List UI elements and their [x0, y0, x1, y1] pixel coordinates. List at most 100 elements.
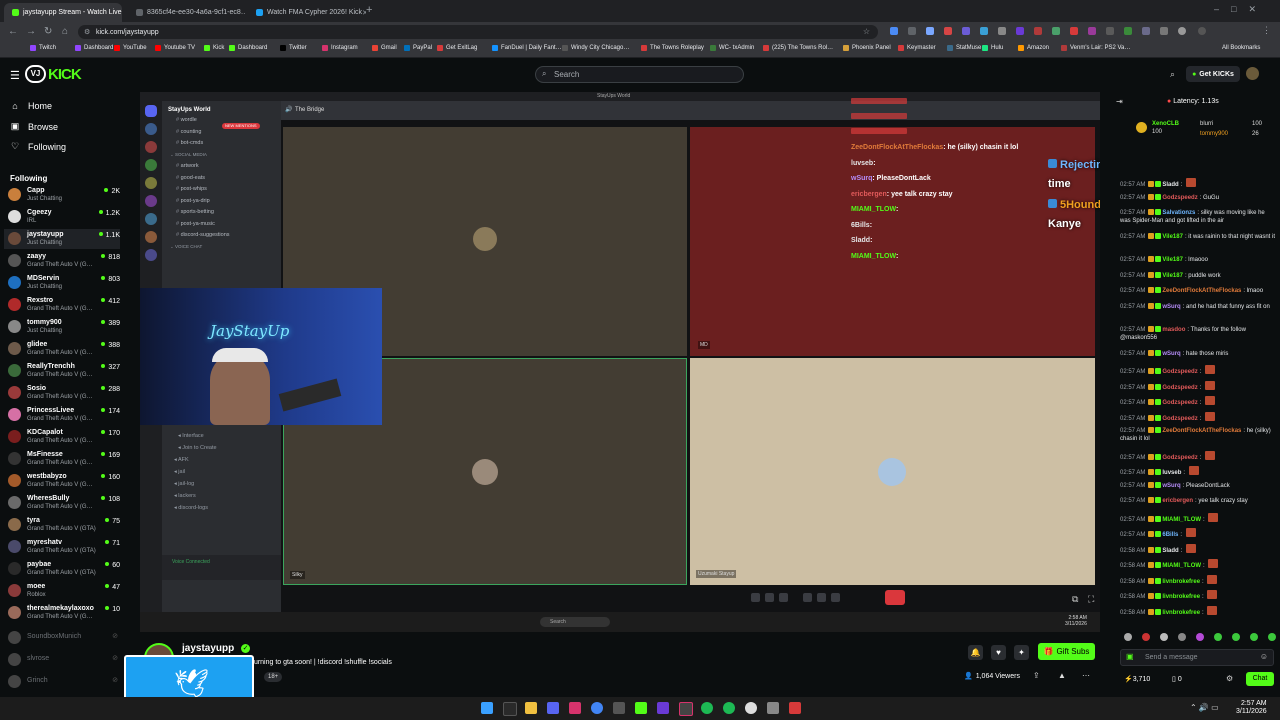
chat-message[interactable]: 02:57 AM wSurq: PleaseDontLack [1120, 481, 1275, 490]
taskview-icon[interactable] [503, 702, 517, 716]
chat-message[interactable]: 02:57 AM ZeeDontFlockAtTheFlockas: he (si… [1120, 427, 1275, 443]
discord-category[interactable]: ⌄ SOCIAL MEDIA [170, 152, 207, 158]
collapse-chat-icon[interactable]: ⇥ [1116, 97, 1123, 106]
share-icon[interactable]: ⇪ [1033, 671, 1040, 680]
emote[interactable] [1178, 633, 1186, 641]
extension-icon[interactable] [944, 27, 952, 35]
chat-username[interactable]: Sladd [1162, 548, 1178, 554]
bookmark-item[interactable]: The Towns Roleplay [641, 45, 704, 51]
site-info-icon[interactable]: ⚙ [84, 28, 90, 36]
discord-channel-item[interactable]: # post-whips [176, 186, 207, 192]
notification-bell-icon[interactable]: 🔔 [968, 645, 983, 660]
chat-message[interactable]: 02:57 AM ZeeDontFlockAtTheFlockas: lmaoo [1120, 287, 1275, 295]
profile-avatar[interactable] [1246, 67, 1259, 80]
disconnect-button[interactable] [885, 590, 905, 605]
channel-points[interactable]: ⚡3,710 [1124, 675, 1150, 683]
bookmark-item[interactable]: Get ExitLag [437, 45, 477, 51]
chat-message[interactable]: 02:57 AM Godzspeedz: [1120, 380, 1275, 392]
sidebar-channel-offline[interactable]: SoundboxMunich ⊘ [8, 628, 120, 648]
report-icon[interactable]: ▲ [1058, 671, 1066, 680]
file-explorer-icon[interactable] [525, 702, 537, 714]
app-icon[interactable] [613, 702, 625, 714]
fullscreen-icon[interactable]: ⛶ [1088, 594, 1094, 605]
extension-icon[interactable] [1106, 27, 1114, 35]
sidebar-channel[interactable]: myreshatv Grand Theft Auto V (GTA) 71 [8, 537, 120, 557]
sidebar-channel[interactable]: MsFinesse Grand Theft Auto V (G… 169 [8, 449, 120, 469]
browser-tab[interactable]: jaystayupp Stream - Watch Live✕ [4, 3, 122, 22]
extension-icon[interactable] [1160, 27, 1168, 35]
more-options-icon[interactable]: ⋯ [1082, 671, 1090, 680]
chat-username[interactable]: Godzspeedz [1162, 195, 1197, 201]
start-icon[interactable] [481, 702, 493, 714]
browser-tab[interactable]: Watch FMA Cypher 2026! Kick ✕ [248, 3, 366, 22]
sidebar-channel[interactable]: Capp Just Chatting 2K [8, 185, 120, 205]
discord-voice-item[interactable]: ◂ jail-log [174, 481, 194, 487]
bookmark-item[interactable]: WC- txAdmin [710, 45, 754, 51]
browser-tab[interactable]: 8365cf4e-ee30-4a6a-9cf1-ec8…✕ [128, 3, 246, 22]
mic-button[interactable] [751, 593, 760, 602]
sidebar-channel[interactable]: westbabyzo Grand Theft Auto V (G… 160 [8, 471, 120, 491]
app-icon[interactable] [569, 702, 581, 714]
home-browser-icon[interactable]: ⌂ [62, 26, 68, 37]
app-icon[interactable] [657, 702, 669, 714]
discord-channel-item[interactable]: # post-ya-drip [176, 198, 210, 204]
spotify-icon[interactable] [701, 702, 713, 714]
camera-button[interactable] [765, 593, 774, 602]
gift-subs-button[interactable]: 🎁 Gift Subs [1038, 643, 1095, 660]
sidebar-channel[interactable]: zaayy Grand Theft Auto V (G… 818 [8, 251, 120, 271]
follow-heart-icon[interactable]: ♥ [991, 645, 1006, 660]
bookmark-item[interactable]: Dashboard [75, 45, 113, 51]
extension-icon[interactable] [1016, 27, 1024, 35]
chat-input[interactable]: ▣ Send a message ☺ [1120, 649, 1274, 666]
gift-leaderboard[interactable]: XenoCLB 100 blurri 100 tommy900 26 [1136, 119, 1276, 141]
discord-voice-item[interactable]: ◂ Interface [178, 433, 204, 439]
chat-username[interactable]: MIAMI_TLOW [1162, 517, 1201, 523]
chat-message[interactable]: 02:57 AM Godzspeedz: [1120, 365, 1275, 376]
extension-icon[interactable] [926, 27, 934, 35]
streamer-name[interactable]: jaystayupp [182, 643, 234, 654]
extension-icon[interactable] [998, 27, 1006, 35]
voice-tile[interactable]: Uzumaki Stayup [690, 358, 1095, 585]
app-icon[interactable] [767, 702, 779, 714]
menu-icon[interactable]: ⋮ [1262, 25, 1271, 36]
chat-send-button[interactable]: Chat [1246, 672, 1274, 686]
chrome-icon[interactable] [591, 702, 603, 714]
discord-voice-item[interactable]: ◂ Join to Create [178, 445, 217, 451]
discord-channel-item[interactable]: # post-ya-music [176, 221, 215, 227]
bookmark-item[interactable]: Twitter [280, 45, 307, 51]
chat-username[interactable]: Sladd [1162, 182, 1178, 188]
sidebar-channel[interactable]: Sosio Grand Theft Auto V (G… 288 [8, 383, 120, 403]
chat-username[interactable]: Godzspeedz [1162, 455, 1197, 461]
emote[interactable] [1232, 633, 1240, 641]
nav-following[interactable]: ♡ Following [10, 141, 66, 152]
discord-channel-item[interactable]: # good-eats [176, 175, 205, 181]
discord-channel-item[interactable]: # wordle [176, 117, 197, 123]
extension-icon[interactable] [908, 27, 916, 35]
chat-identity-icon[interactable]: ▣ [1126, 652, 1134, 661]
soundboard-button[interactable] [817, 593, 826, 602]
app-icon[interactable] [723, 702, 735, 714]
discord-channel-item[interactable]: # artwork [176, 163, 199, 169]
chat-username[interactable]: livnbrokefree [1162, 610, 1200, 616]
sidebar-channel[interactable]: Cgeezy IRL 1.2K [8, 207, 120, 227]
sidebar-channel[interactable]: WheresBully Grand Theft Auto V (G… 108 [8, 493, 120, 513]
app-icon[interactable] [745, 702, 757, 714]
sidebar-channel[interactable]: tommy900 Just Chatting 389 [8, 317, 120, 337]
new-tab-button[interactable]: + [366, 4, 372, 16]
nav-browse[interactable]: ▣ Browse [10, 121, 58, 132]
sidebar-channel[interactable]: therealmekaylaxoxo Grand Theft Auto V (G…… [8, 603, 120, 623]
chat-username[interactable]: MIAMI_TLOW [1162, 563, 1201, 569]
chat-username[interactable]: Godzspeedz [1162, 369, 1197, 375]
sidebar-channel[interactable]: moee Roblox 47 [8, 581, 120, 601]
theater-mode-icon[interactable]: ⧉ [1072, 594, 1078, 605]
emote[interactable] [1214, 633, 1222, 641]
extension-icon[interactable] [980, 27, 988, 35]
chat-username[interactable]: Vile187 [1162, 273, 1183, 279]
back-icon[interactable]: ← [8, 26, 18, 37]
activity-button[interactable] [803, 593, 812, 602]
chat-username[interactable]: luvseb [1162, 470, 1181, 476]
chat-username[interactable]: ZeeDontFlockAtTheFlockas [1162, 288, 1241, 294]
emote[interactable] [1196, 633, 1204, 641]
bookmark-item[interactable]: Dashboard [229, 45, 267, 51]
chat-username[interactable]: Vile187 [1162, 234, 1183, 240]
